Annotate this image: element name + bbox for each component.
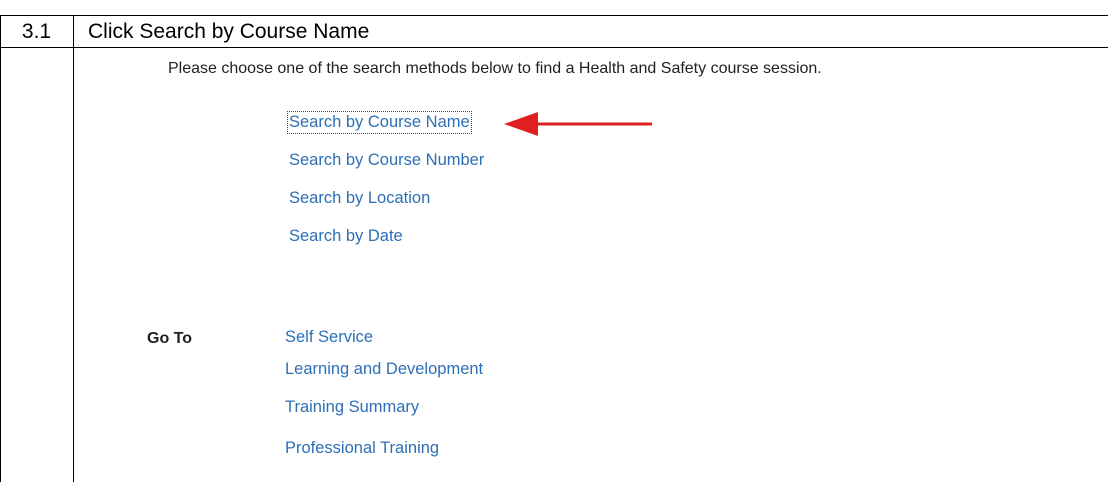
header-row-border (0, 47, 1108, 48)
table-column-divider (73, 15, 74, 482)
intro-text: Please choose one of the search methods … (168, 60, 822, 77)
search-by-date-link[interactable]: Search by Date (289, 227, 403, 246)
search-by-location-link[interactable]: Search by Location (289, 189, 430, 208)
step-title: Click Search by Course Name (88, 19, 370, 43)
professional-training-link[interactable]: Professional Training (285, 439, 439, 458)
learning-and-development-link[interactable]: Learning and Development (285, 360, 483, 379)
goto-label: Go To (147, 330, 193, 347)
red-arrow-icon (504, 112, 652, 136)
search-by-course-number-link[interactable]: Search by Course Number (289, 151, 484, 170)
table-left-border (0, 15, 1, 482)
self-service-link[interactable]: Self Service (285, 328, 373, 347)
step-number: 3.1 (21, 19, 52, 43)
training-summary-link[interactable]: Training Summary (285, 398, 419, 417)
search-by-course-name-link[interactable]: Search by Course Name (287, 111, 472, 134)
